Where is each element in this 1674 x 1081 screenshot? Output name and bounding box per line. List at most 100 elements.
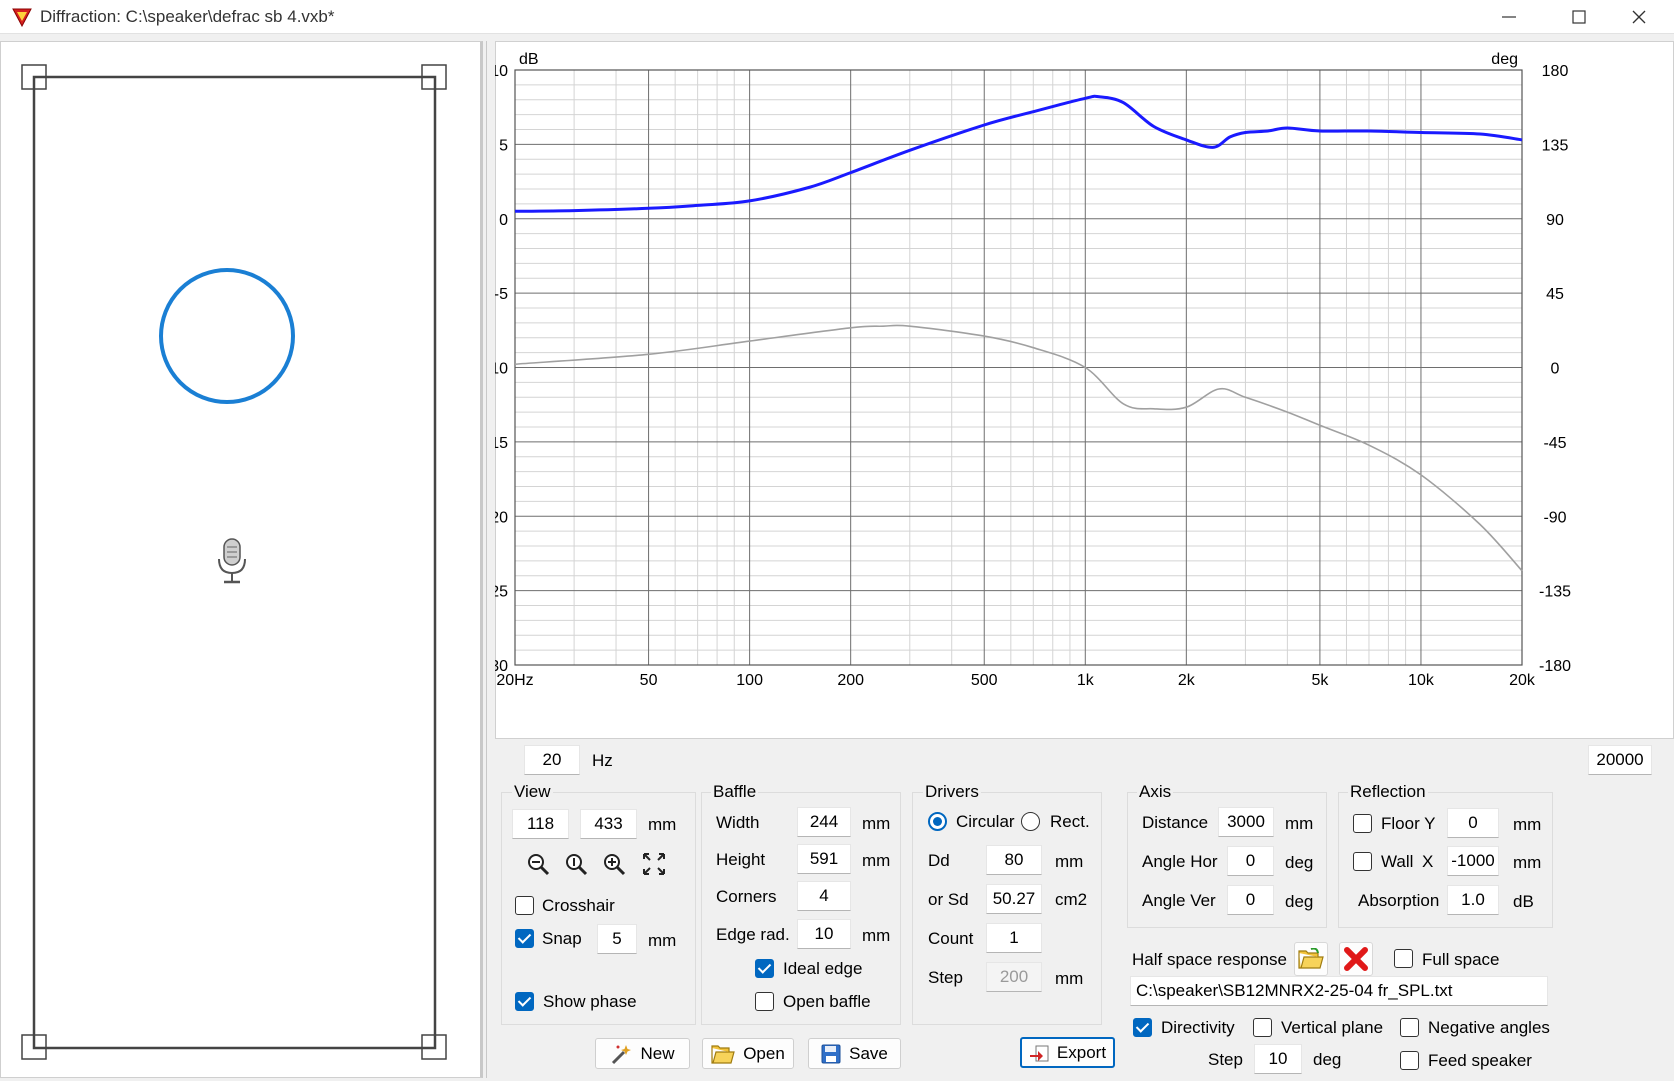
frequency-response-chart[interactable]: 20Hz501002005001k2k5k10k20k1050-5-10-15-… <box>495 41 1674 739</box>
y-right-tick-label: 90 <box>1546 212 1564 229</box>
zoom-actual-button[interactable] <box>562 850 590 878</box>
freq-max-input[interactable]: 20000 <box>1588 745 1652 775</box>
driver-step-unit: mm <box>1055 969 1084 988</box>
clear-response-file-button[interactable] <box>1339 942 1373 976</box>
directivity-label: Directivity <box>1161 1018 1235 1037</box>
y-left-tick-label: -5 <box>495 286 508 303</box>
baffle-height-input[interactable]: 591 <box>797 844 851 874</box>
axis-group-title: Axis <box>1137 782 1174 802</box>
circular-label: Circular <box>956 812 1015 831</box>
crosshair-label: Crosshair <box>542 896 615 915</box>
absorption-unit: dB <box>1513 892 1534 911</box>
rect-label: Rect. <box>1050 812 1090 831</box>
absorption-input[interactable]: 1.0 <box>1447 885 1499 915</box>
wall-checkbox[interactable] <box>1353 852 1372 871</box>
negative-angles-checkbox[interactable] <box>1400 1018 1419 1037</box>
reflection-group-title: Reflection <box>1348 782 1428 802</box>
show-phase-checkbox[interactable] <box>515 992 534 1011</box>
open-folder-icon <box>1298 948 1324 969</box>
baffle-group-title: Baffle <box>711 782 759 802</box>
baffle-edge-input[interactable]: 10 <box>797 919 851 949</box>
baffle-edge-label: Edge rad. <box>716 925 790 944</box>
new-button[interactable]: New <box>595 1038 690 1069</box>
vertical-plane-label: Vertical plane <box>1281 1018 1384 1037</box>
view-x-input[interactable]: 118 <box>512 809 569 839</box>
directivity-step-input[interactable]: 10 <box>1254 1044 1302 1074</box>
panel-splitter[interactable] <box>486 41 494 1078</box>
open-baffle-checkbox[interactable] <box>755 992 774 1011</box>
open-response-file-button[interactable] <box>1294 942 1328 976</box>
export-button[interactable]: Export <box>1020 1037 1115 1068</box>
vertical-plane-checkbox[interactable] <box>1253 1018 1272 1037</box>
save-button[interactable]: Save <box>808 1038 901 1069</box>
minimize-icon <box>1502 16 1516 18</box>
angle-hor-input[interactable]: 0 <box>1227 846 1274 876</box>
wall-input[interactable]: -1000 <box>1447 846 1499 876</box>
maximize-icon <box>1572 10 1586 24</box>
baffle-corners-input[interactable]: 4 <box>797 881 851 911</box>
x-tick-label: 2k <box>1178 672 1196 689</box>
dd-label: Dd <box>928 851 950 870</box>
floor-unit: mm <box>1513 815 1542 834</box>
response-file-path-input[interactable]: C:\speaker\SB12MNRX2-25-04 fr_SPL.txt <box>1130 976 1548 1006</box>
y-right-tick-label: 0 <box>1551 361 1560 378</box>
circular-radio[interactable] <box>928 812 947 831</box>
app-logo-icon <box>12 8 32 27</box>
directivity-step-label: Step <box>1208 1050 1243 1069</box>
rect-radio[interactable] <box>1021 812 1040 831</box>
absorption-label: Absorption <box>1358 891 1440 910</box>
spl-curve <box>514 94 1523 213</box>
dd-input[interactable]: 80 <box>986 845 1042 875</box>
microphone-icon[interactable] <box>218 538 246 584</box>
zoom-out-button[interactable] <box>524 850 552 878</box>
freq-min-input[interactable]: 20 <box>524 745 580 775</box>
baffle-width-input[interactable]: 244 <box>797 807 851 837</box>
distance-label: Distance <box>1142 813 1209 832</box>
ideal-edge-checkbox[interactable] <box>755 959 774 978</box>
count-input[interactable]: 1 <box>986 923 1042 953</box>
baffle-canvas[interactable] <box>0 41 483 1078</box>
sd-input[interactable]: 50.27 <box>986 884 1042 914</box>
baffle-corners-label: Corners <box>716 887 777 906</box>
y-left-tick-label: 10 <box>495 63 508 80</box>
snap-checkbox[interactable] <box>515 929 534 948</box>
feed-speaker-checkbox[interactable] <box>1400 1051 1419 1070</box>
save-button-label: Save <box>849 1043 888 1063</box>
sd-unit: cm2 <box>1055 890 1088 909</box>
floppy-disk-icon <box>821 1044 841 1063</box>
directivity-checkbox[interactable] <box>1133 1018 1152 1037</box>
floor-input[interactable]: 0 <box>1447 808 1499 838</box>
zoom-in-button[interactable] <box>600 850 628 878</box>
angle-ver-input[interactable]: 0 <box>1227 885 1274 915</box>
close-button[interactable] <box>1604 0 1674 34</box>
y-right-tick-label: -45 <box>1543 435 1566 452</box>
distance-unit: mm <box>1285 814 1314 833</box>
fit-to-window-button[interactable] <box>640 850 668 878</box>
wall-label: Wall <box>1381 852 1414 871</box>
y-left-axis-label: dB <box>519 51 539 68</box>
minimize-button[interactable] <box>1474 0 1544 34</box>
view-unit-label: mm <box>648 815 677 834</box>
view-group-title: View <box>512 782 553 802</box>
driver-circle[interactable] <box>159 268 295 404</box>
close-icon <box>1632 10 1646 24</box>
x-tick-label: 200 <box>837 672 864 689</box>
show-phase-label: Show phase <box>543 992 637 1011</box>
y-right-tick-label: -90 <box>1543 509 1566 526</box>
snap-value-input[interactable]: 5 <box>597 924 637 954</box>
view-y-input[interactable]: 433 <box>580 809 637 839</box>
title-bar: Diffraction: C:\speaker\defrac sb 4.vxb* <box>0 0 1674 34</box>
full-space-checkbox[interactable] <box>1394 949 1413 968</box>
new-button-label: New <box>640 1043 675 1063</box>
y-left-tick-label: -10 <box>495 361 508 378</box>
open-button-label: Open <box>743 1043 785 1063</box>
x-tick-label: 500 <box>971 672 998 689</box>
angle-ver-unit: deg <box>1285 892 1314 911</box>
crosshair-checkbox[interactable] <box>515 896 534 915</box>
floor-checkbox[interactable] <box>1353 814 1372 833</box>
y-right-tick-label: 135 <box>1542 137 1569 154</box>
dd-unit: mm <box>1055 852 1084 871</box>
distance-input[interactable]: 3000 <box>1218 807 1274 837</box>
open-button[interactable]: Open <box>702 1038 794 1069</box>
angle-ver-label: Angle Ver <box>1142 891 1216 910</box>
